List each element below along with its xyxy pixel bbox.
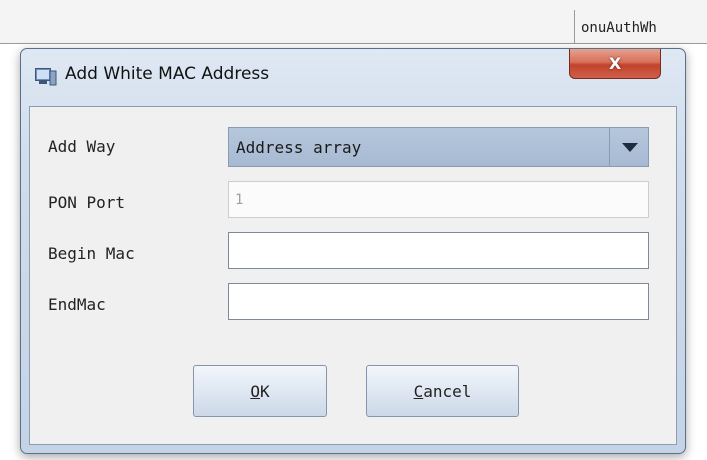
dialog-content: Add Way Address array PON Port Begin Mac… bbox=[29, 106, 677, 445]
pon-port-field bbox=[228, 181, 649, 218]
select-divider bbox=[609, 128, 610, 166]
ok-label-rest: K bbox=[260, 381, 270, 401]
ok-button[interactable]: OK bbox=[193, 365, 327, 417]
begin-mac-label: Begin Mac bbox=[48, 244, 135, 263]
chevron-down-icon[interactable] bbox=[622, 143, 638, 152]
cancel-button[interactable]: Cancel bbox=[366, 365, 519, 417]
window-app-icon bbox=[35, 68, 57, 86]
add-way-selected-value: Address array bbox=[236, 138, 362, 157]
end-mac-field[interactable] bbox=[228, 283, 649, 320]
ok-mnemonic: O bbox=[250, 381, 260, 401]
add-white-mac-dialog: Add White MAC Address X Add Way Address … bbox=[20, 48, 686, 454]
dialog-title: Add White MAC Address bbox=[65, 64, 270, 84]
end-mac-label: EndMac bbox=[48, 295, 106, 314]
close-icon: X bbox=[608, 54, 622, 73]
background-column-header: onuAuthWh bbox=[574, 10, 707, 44]
add-way-label: Add Way bbox=[48, 137, 116, 156]
add-way-select[interactable]: Address array bbox=[228, 127, 649, 167]
close-button[interactable]: X bbox=[569, 49, 661, 79]
pon-port-label: PON Port bbox=[48, 193, 126, 212]
cancel-label-rest: ancel bbox=[423, 381, 472, 401]
cancel-mnemonic: C bbox=[413, 381, 424, 401]
begin-mac-field[interactable] bbox=[228, 232, 649, 269]
